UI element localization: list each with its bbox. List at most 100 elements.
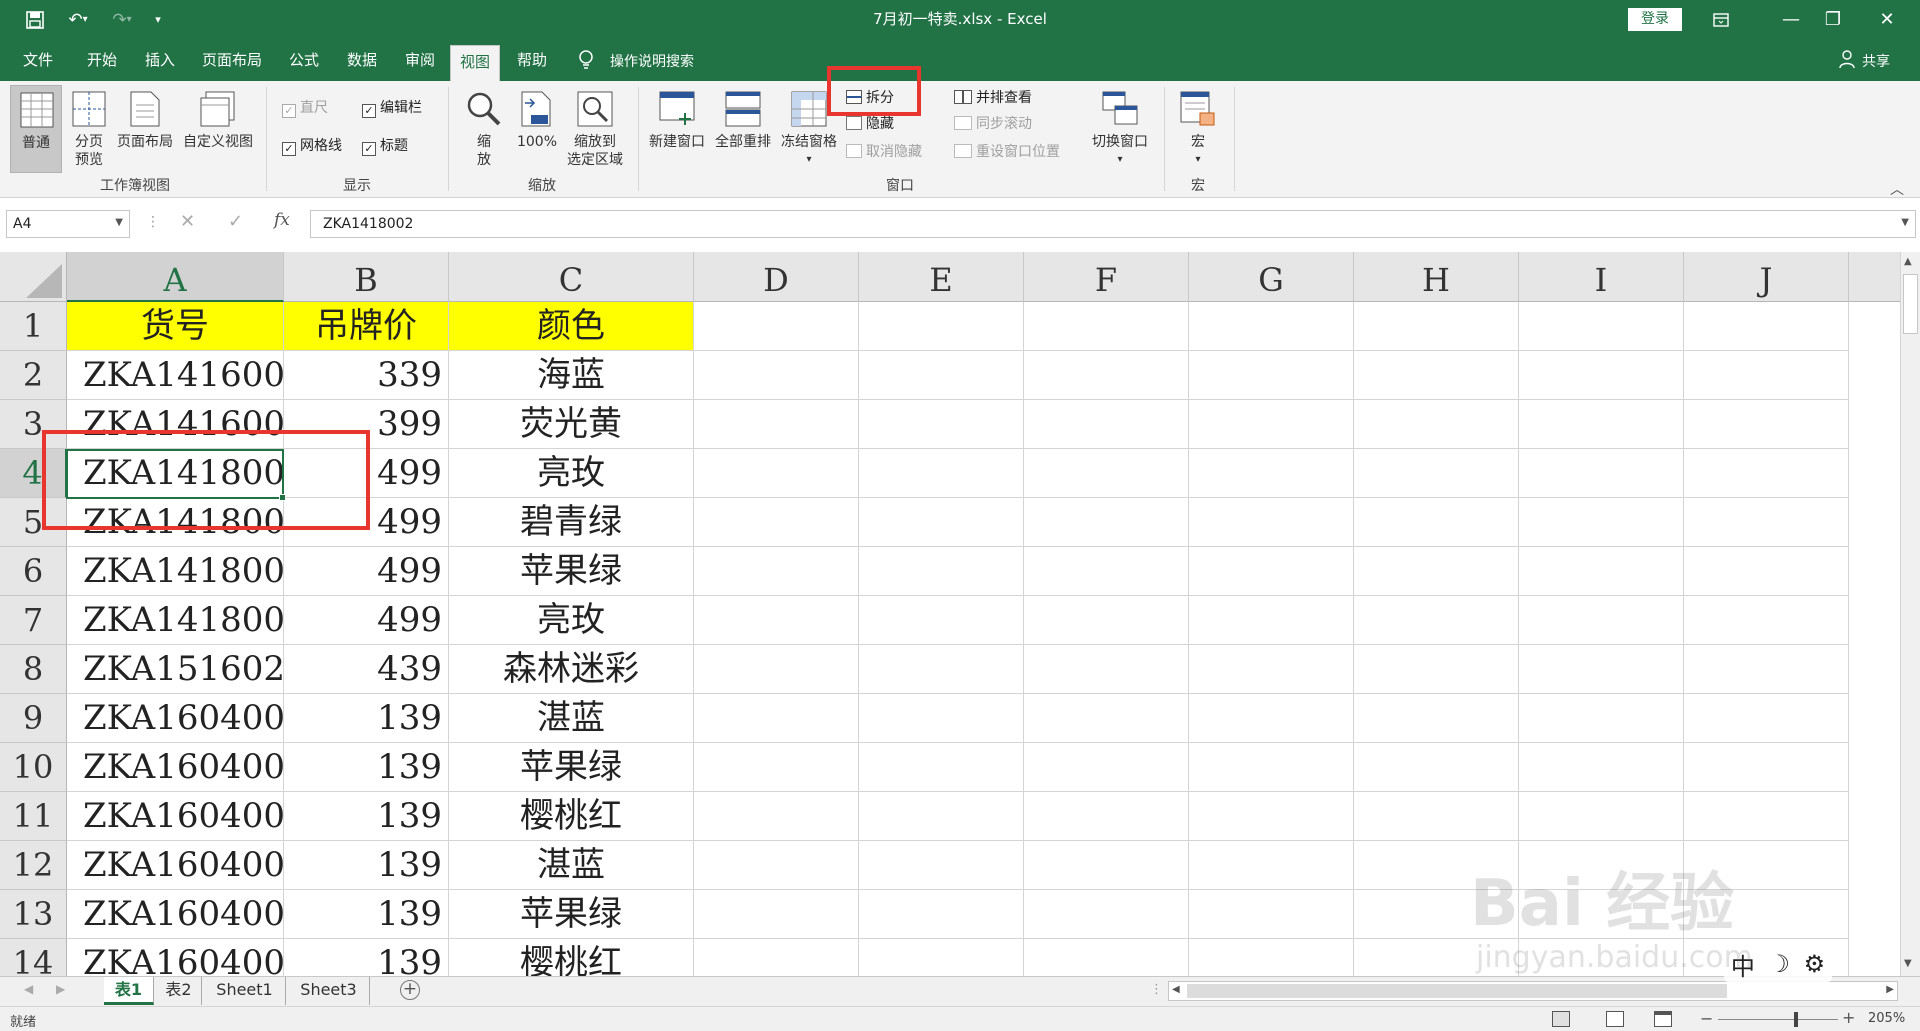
cell-empty[interactable] bbox=[1519, 645, 1684, 694]
cell-c8[interactable]: 森林迷彩 bbox=[449, 645, 694, 694]
sheet-tab-3[interactable]: Sheet1 bbox=[204, 977, 286, 1005]
cell-empty[interactable] bbox=[1354, 792, 1519, 841]
cell-b7[interactable]: 499 bbox=[284, 596, 449, 645]
cell-empty[interactable] bbox=[1684, 302, 1849, 351]
cell-empty[interactable] bbox=[1189, 449, 1354, 498]
ruler-checkbox[interactable]: ✓ 直尺 bbox=[282, 97, 328, 118]
sync-scroll-button[interactable]: 同步滚动 bbox=[954, 113, 1032, 135]
cell-empty[interactable] bbox=[1189, 743, 1354, 792]
reset-window-position-button[interactable]: 重设窗口位置 bbox=[954, 141, 1060, 163]
tab-page-layout[interactable]: 页面布局 bbox=[196, 39, 268, 81]
add-sheet-icon[interactable]: + bbox=[400, 980, 420, 1000]
row-header[interactable]: 12 bbox=[0, 841, 67, 890]
page-layout-view-button[interactable]: 页面布局 bbox=[114, 85, 176, 173]
column-header-b[interactable]: B bbox=[284, 252, 449, 302]
normal-view-button[interactable]: 普通 bbox=[10, 85, 62, 173]
scroll-left-icon[interactable]: ◀ bbox=[1172, 984, 1180, 995]
row-header[interactable]: 6 bbox=[0, 547, 67, 596]
tab-insert[interactable]: 插入 bbox=[138, 39, 182, 81]
cell-empty[interactable] bbox=[1354, 400, 1519, 449]
expand-formula-icon[interactable]: ▼ bbox=[1901, 217, 1909, 228]
cell-empty[interactable] bbox=[1024, 939, 1189, 976]
new-window-button[interactable]: 新建窗口 bbox=[646, 85, 708, 173]
column-header-d[interactable]: D bbox=[694, 252, 859, 302]
column-header-e[interactable]: E bbox=[859, 252, 1024, 302]
cell-empty[interactable] bbox=[1189, 841, 1354, 890]
cell-empty[interactable] bbox=[1519, 792, 1684, 841]
tab-view[interactable]: 视图 bbox=[450, 45, 500, 81]
cell-a1[interactable]: 货号 bbox=[67, 302, 284, 351]
cell-empty[interactable] bbox=[859, 841, 1024, 890]
column-header-f[interactable]: F bbox=[1024, 252, 1189, 302]
tab-formulas[interactable]: 公式 bbox=[282, 39, 326, 81]
cell-empty[interactable] bbox=[1684, 743, 1849, 792]
cell-c10[interactable]: 苹果绿 bbox=[449, 743, 694, 792]
redo-icon[interactable]: ↷ ▾ bbox=[102, 0, 142, 39]
cell-empty[interactable] bbox=[1024, 596, 1189, 645]
cell-empty[interactable] bbox=[1354, 694, 1519, 743]
restore-icon[interactable]: ❐ bbox=[1810, 0, 1856, 39]
cell-empty[interactable] bbox=[1684, 400, 1849, 449]
cell-empty[interactable] bbox=[1024, 351, 1189, 400]
cell-empty[interactable] bbox=[1189, 694, 1354, 743]
column-header-i[interactable]: I bbox=[1519, 252, 1684, 302]
zoom-in-icon[interactable]: + bbox=[1842, 1008, 1855, 1027]
cell-a10[interactable]: ZKA1604002 bbox=[67, 743, 284, 792]
undo-icon[interactable]: ↶ ▾ bbox=[58, 0, 98, 39]
cell-empty[interactable] bbox=[694, 596, 859, 645]
cell-b1[interactable]: 吊牌价 bbox=[284, 302, 449, 351]
cell-empty[interactable] bbox=[859, 547, 1024, 596]
cell-empty[interactable] bbox=[1519, 449, 1684, 498]
cell-empty[interactable] bbox=[694, 449, 859, 498]
cell-empty[interactable] bbox=[1354, 596, 1519, 645]
cell-b11[interactable]: 139 bbox=[284, 792, 449, 841]
cell-empty[interactable] bbox=[1024, 302, 1189, 351]
cell-a14[interactable]: ZKA1604002 bbox=[67, 939, 284, 976]
headings-checkbox[interactable]: ✓ 标题 bbox=[362, 135, 408, 156]
cell-empty[interactable] bbox=[1189, 302, 1354, 351]
vertical-scroll-thumb[interactable] bbox=[1903, 274, 1918, 334]
tab-home[interactable]: 开始 bbox=[80, 39, 124, 81]
row-header[interactable]: 11 bbox=[0, 792, 67, 841]
cell-empty[interactable] bbox=[694, 890, 859, 939]
cell-empty[interactable] bbox=[859, 645, 1024, 694]
cell-empty[interactable] bbox=[694, 498, 859, 547]
cell-empty[interactable] bbox=[1189, 351, 1354, 400]
cell-empty[interactable] bbox=[1189, 547, 1354, 596]
cell-empty[interactable] bbox=[1024, 841, 1189, 890]
row-header[interactable]: 8 bbox=[0, 645, 67, 694]
cell-b2[interactable]: 339 bbox=[284, 351, 449, 400]
cell-empty[interactable] bbox=[1684, 694, 1849, 743]
cell-c13[interactable]: 苹果绿 bbox=[449, 890, 694, 939]
cell-empty[interactable] bbox=[1024, 498, 1189, 547]
cell-c11[interactable]: 樱桃红 bbox=[449, 792, 694, 841]
cell-empty[interactable] bbox=[859, 400, 1024, 449]
cell-empty[interactable] bbox=[694, 841, 859, 890]
row-header[interactable]: 7 bbox=[0, 596, 67, 645]
cell-a8[interactable]: ZKA1516025 bbox=[67, 645, 284, 694]
cell-empty[interactable] bbox=[1189, 596, 1354, 645]
cell-empty[interactable] bbox=[1684, 792, 1849, 841]
name-box-dropdown-icon[interactable]: ▼ bbox=[115, 217, 123, 228]
tab-file[interactable]: 文件 bbox=[16, 39, 60, 81]
column-header-h[interactable]: H bbox=[1354, 252, 1519, 302]
cell-empty[interactable] bbox=[859, 351, 1024, 400]
row-header[interactable]: 9 bbox=[0, 694, 67, 743]
cell-empty[interactable] bbox=[694, 694, 859, 743]
hide-button[interactable]: 隐藏 bbox=[846, 113, 894, 135]
moon-icon[interactable]: ☽ bbox=[1768, 950, 1790, 978]
cell-c3[interactable]: 荧光黄 bbox=[449, 400, 694, 449]
cell-empty[interactable] bbox=[1354, 351, 1519, 400]
cell-empty[interactable] bbox=[1354, 498, 1519, 547]
cell-b6[interactable]: 499 bbox=[284, 547, 449, 596]
cell-empty[interactable] bbox=[1024, 400, 1189, 449]
tab-data[interactable]: 数据 bbox=[340, 39, 384, 81]
cell-empty[interactable] bbox=[859, 302, 1024, 351]
sheet-tab-2[interactable]: 表2 bbox=[156, 977, 202, 1005]
cell-empty[interactable] bbox=[694, 792, 859, 841]
row-header[interactable]: 10 bbox=[0, 743, 67, 792]
cell-empty[interactable] bbox=[1189, 890, 1354, 939]
cell-empty[interactable] bbox=[1519, 400, 1684, 449]
cell-c6[interactable]: 苹果绿 bbox=[449, 547, 694, 596]
cell-empty[interactable] bbox=[1519, 547, 1684, 596]
